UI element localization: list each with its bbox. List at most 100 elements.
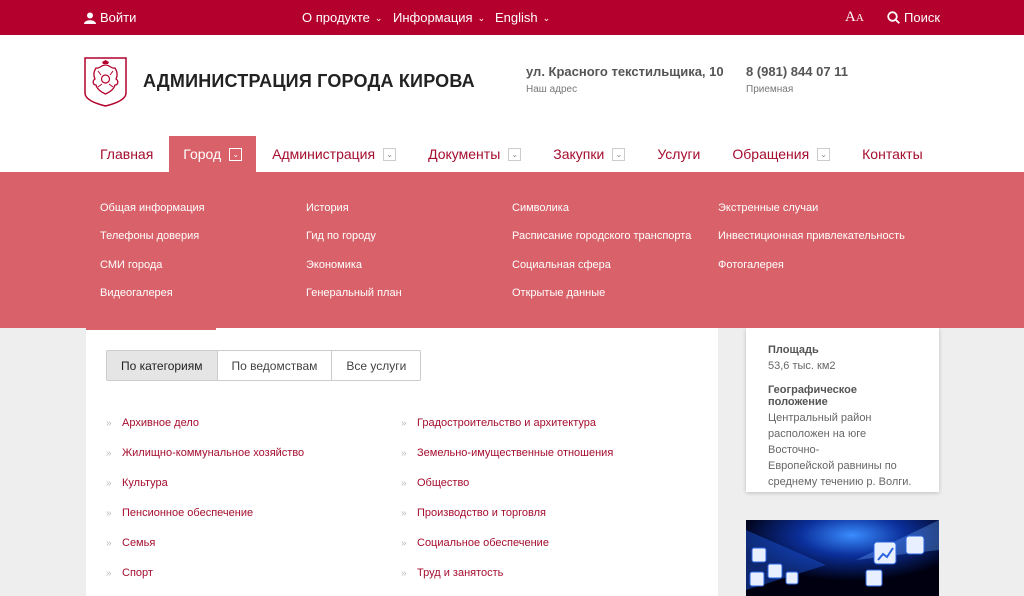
nav-label: Контакты — [862, 146, 923, 162]
double-chevron-icon: » — [401, 477, 407, 489]
category-link[interactable]: » Культура — [106, 477, 168, 489]
language-menu[interactable]: English ⌄ — [495, 0, 550, 35]
menu-link[interactable]: Видеогалерея — [100, 287, 173, 299]
area-label: Площадь — [768, 344, 819, 356]
nav-item-services[interactable]: Услуги — [641, 136, 716, 172]
category-link[interactable]: » Общество — [401, 477, 469, 489]
login-link[interactable]: Войти — [84, 0, 136, 35]
nav-item-documents[interactable]: Документы ⌄ — [412, 136, 537, 172]
phone-text[interactable]: 8 (981) 844 07 11 — [746, 64, 848, 79]
double-chevron-icon: » — [401, 537, 407, 549]
geo-line: Европейской равнины по — [768, 460, 897, 472]
search-icon — [887, 11, 900, 24]
address-text: ул. Красного текстильщика, 10 — [526, 64, 724, 79]
area-value: 53,6 тыс. км2 — [768, 360, 836, 372]
chevron-down-icon[interactable]: ⌄ — [817, 147, 831, 161]
double-chevron-icon: » — [401, 567, 407, 579]
menu-link[interactable]: Символика — [512, 202, 569, 214]
menu-link[interactable]: Общая информация — [100, 202, 205, 214]
section-underline — [86, 328, 216, 330]
geo-line: Центральный район — [768, 412, 872, 424]
category-label: Земельно-имущественные отношения — [417, 447, 614, 459]
site-title[interactable]: АДМИНИСТРАЦИЯ ГОРОДА КИРОВА — [143, 71, 475, 92]
menu-link[interactable]: Фотогалерея — [718, 259, 784, 271]
double-chevron-icon: » — [106, 417, 112, 429]
address-block: ул. Красного текстильщика, 10 Наш адрес — [526, 64, 724, 95]
category-link[interactable]: » Земельно-имущественные отношения — [401, 447, 613, 459]
double-chevron-icon: » — [401, 507, 407, 519]
nav-label: Документы — [428, 146, 501, 162]
chevron-down-icon[interactable]: ⌄ — [612, 147, 626, 161]
menu-link[interactable]: Гид по городу — [306, 230, 376, 242]
category-link[interactable]: » Спорт — [106, 567, 153, 579]
category-label: Производство и торговля — [417, 507, 546, 519]
font-size-big: A — [845, 9, 856, 25]
chevron-down-icon: ⌄ — [542, 12, 551, 23]
menu-link[interactable]: Телефоны доверия — [100, 230, 199, 242]
category-link[interactable]: » Труд и занятость — [401, 567, 503, 579]
nav-label: Услуги — [657, 146, 701, 162]
nav-item-appeals[interactable]: Обращения ⌄ — [716, 136, 846, 172]
geo-line: расположен на юге Восточно- — [768, 428, 867, 456]
menu-link[interactable]: Инвестиционная привлекательность — [718, 230, 905, 242]
double-chevron-icon: » — [106, 507, 112, 519]
nav-item-contacts[interactable]: Контакты — [846, 136, 938, 172]
promo-banner[interactable] — [746, 520, 939, 596]
double-chevron-icon: » — [401, 417, 407, 429]
chevron-down-icon: ⌄ — [477, 12, 486, 23]
nav-item-home[interactable]: Главная — [84, 136, 169, 172]
chevron-down-icon[interactable]: ⌄ — [508, 147, 522, 161]
tab-all-services[interactable]: Все услуги — [332, 351, 420, 380]
chevron-down-icon[interactable]: ⌄ — [229, 147, 243, 161]
info-menu[interactable]: Информация ⌄ — [393, 0, 485, 35]
language-label: English — [495, 10, 538, 25]
font-size-toggle[interactable]: AA — [845, 0, 864, 35]
nav-item-administration[interactable]: Администрация ⌄ — [256, 136, 412, 172]
nav-label: Администрация — [272, 146, 376, 162]
about-label: О продукте — [302, 10, 370, 25]
chevron-down-icon[interactable]: ⌄ — [383, 147, 397, 161]
menu-link[interactable]: СМИ города — [100, 259, 162, 271]
category-label: Пенсионное обеспечение — [122, 507, 254, 519]
user-icon — [84, 12, 96, 24]
category-link[interactable]: » Семья — [106, 537, 155, 549]
category-link[interactable]: » Производство и торговля — [401, 507, 546, 519]
menu-link[interactable]: Социальная сфера — [512, 259, 611, 271]
category-label: Семья — [122, 537, 156, 549]
menu-link[interactable]: История — [306, 202, 349, 214]
category-link[interactable]: » Социальное обеспечение — [401, 537, 549, 549]
nav-label: Город — [183, 146, 222, 162]
menu-link[interactable]: Экономика — [306, 259, 362, 271]
about-menu[interactable]: О продукте ⌄ — [302, 0, 382, 35]
menu-link[interactable]: Генеральный план — [306, 287, 402, 299]
double-chevron-icon: » — [401, 447, 407, 459]
address-caption: Наш адрес — [526, 84, 578, 95]
category-label: Социальное обеспечение — [417, 537, 549, 549]
coat-of-arms-icon[interactable] — [84, 57, 127, 107]
category-label: Архивное дело — [122, 417, 200, 429]
city-dropdown-menu: Общая информация Телефоны доверия СМИ го… — [0, 172, 1024, 328]
tab-by-category[interactable]: По категориям — [107, 351, 218, 380]
category-link[interactable]: » Жилищно-коммунальное хозяйство — [106, 447, 304, 459]
menu-link[interactable]: Открытые данные — [512, 287, 605, 299]
nav-label: Закупки — [553, 146, 605, 162]
menu-link[interactable]: Расписание городского транспорта — [512, 230, 691, 242]
site-header: АДМИНИСТРАЦИЯ ГОРОДА КИРОВА ул. Красного… — [0, 35, 1024, 172]
category-link[interactable]: » Градостроительство и архитектура — [401, 417, 596, 429]
double-chevron-icon: » — [106, 537, 112, 549]
nav-item-procurement[interactable]: Закупки ⌄ — [537, 136, 641, 172]
chevron-down-icon: ⌄ — [374, 12, 383, 23]
double-chevron-icon: » — [106, 567, 112, 579]
nav-item-city[interactable]: Город ⌄ — [169, 136, 257, 172]
category-link[interactable]: » Пенсионное обеспечение — [106, 507, 253, 519]
main-nav: Главная Город ⌄ Администрация ⌄ Документы ⌄… — [84, 136, 939, 172]
category-link[interactable]: » Архивное дело — [106, 417, 199, 429]
menu-link[interactable]: Экстренные случаи — [718, 202, 818, 214]
digital-services-banner-image — [746, 520, 939, 596]
search-button[interactable]: Поиск — [887, 0, 940, 35]
category-label: Труд и занятость — [417, 567, 504, 579]
geo-label: Географическое положение — [768, 384, 857, 408]
search-label: Поиск — [904, 10, 941, 25]
tab-by-department[interactable]: По ведомствам — [218, 351, 333, 380]
nav-label: Главная — [100, 146, 154, 162]
